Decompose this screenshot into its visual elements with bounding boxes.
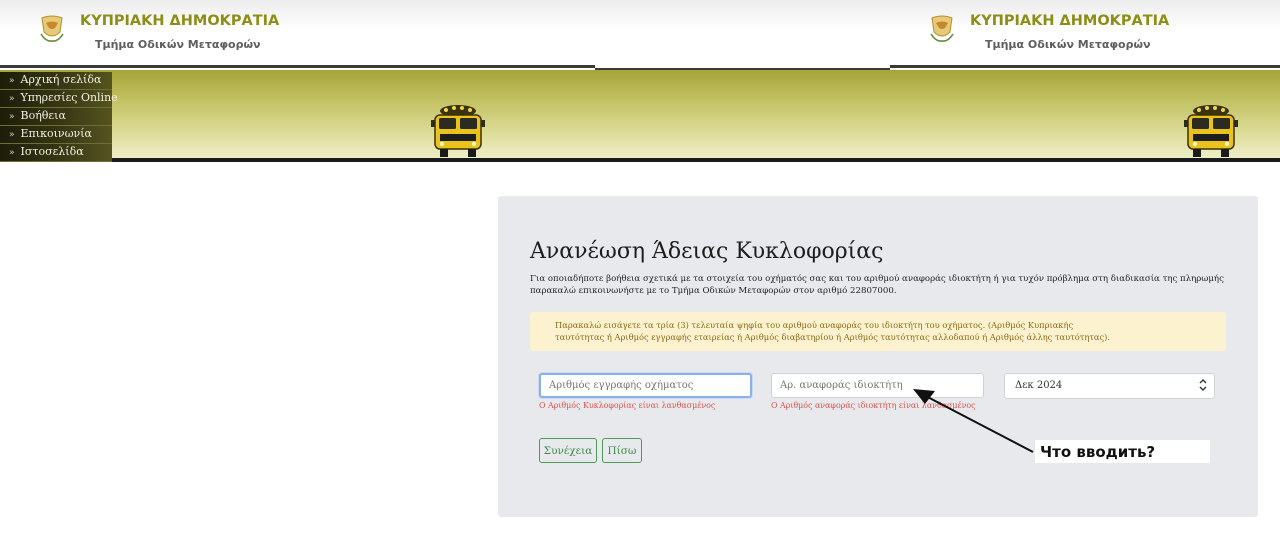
- nav-item-label: Βοήθεια: [20, 109, 66, 122]
- continue-button[interactable]: Συνέχεια: [539, 438, 597, 463]
- school-bus-icon: [431, 105, 485, 157]
- cyprus-emblem-icon: [40, 15, 64, 42]
- nav-item-website[interactable]: » Ιστοσελίδα: [0, 144, 112, 162]
- brand-left: ΚΥΠΡΙΑΚΗ ΔΗΜΟΚΡΑΤΙΑ Τμήμα Οδικών Μεταφορ…: [38, 0, 298, 65]
- double-chevron-icon: »: [9, 112, 15, 122]
- cyprus-emblem-icon: [930, 15, 954, 42]
- banner-divider: [0, 158, 1280, 162]
- nav-item-help[interactable]: » Βοήθεια: [0, 108, 112, 126]
- site-subtitle: Τμήμα Οδικών Μεταφορών: [95, 38, 261, 51]
- nav-item-home[interactable]: » Αρχική σελίδα: [0, 72, 112, 90]
- chevron-updown-icon: [1199, 379, 1207, 391]
- registration-error: Ο Αριθμός Κυκλοφορίας είναι λανθασμένος: [539, 401, 716, 410]
- site-subtitle: Τμήμα Οδικών Μεταφορών: [985, 38, 1151, 51]
- double-chevron-icon: »: [9, 76, 15, 86]
- renewal-form-card: Ανανέωση Άδειας Κυκλοφορίας Για οποιαδήπ…: [498, 196, 1258, 517]
- banner: [0, 70, 1280, 158]
- header-divider: [0, 65, 595, 68]
- info-alert: Παρακαλώ εισάγετε τα τρία (3) τελευταία …: [530, 312, 1226, 351]
- period-select-value: Δεκ 2024: [1015, 380, 1063, 391]
- double-chevron-icon: »: [9, 148, 15, 158]
- site-header: ΚΥΠΡΙΑΚΗ ΔΗΜΟΚΡΑΤΙΑ Τμήμα Οδικών Μεταφορ…: [0, 0, 1280, 67]
- nav-item-label: Επικοινωνία: [20, 127, 92, 140]
- double-chevron-icon: »: [9, 94, 15, 104]
- school-bus-icon: [1184, 105, 1238, 157]
- side-nav: » Αρχική σελίδα » Υπηρεσίες Online » Βοήθει…: [0, 72, 118, 162]
- annotation-label: Что вводить?: [1035, 440, 1210, 463]
- nav-item-label: Αρχική σελίδα: [20, 73, 102, 86]
- owner-reference-input[interactable]: [771, 373, 984, 398]
- annotation-text: Что вводить?: [1040, 443, 1156, 461]
- nav-item-label: Υπηρεσίες Online: [20, 91, 118, 104]
- brand-right: ΚΥΠΡΙΑΚΗ ΔΗΜΟΚΡΑΤΙΑ Τμήμα Οδικών Μεταφορ…: [928, 0, 1188, 65]
- registration-number-input[interactable]: [539, 373, 752, 398]
- page-title: Ανανέωση Άδειας Κυκλοφορίας: [530, 239, 884, 264]
- header-divider: [890, 65, 1280, 68]
- nav-item-label: Ιστοσελίδα: [20, 145, 84, 158]
- site-title: ΚΥΠΡΙΑΚΗ ΔΗΜΟΚΡΑΤΙΑ: [970, 13, 1170, 29]
- alert-text: Παρακαλώ εισάγετε τα τρία (3) τελευταία …: [555, 320, 1111, 342]
- owner-reference-error: Ο Αριθμός αναφοράς ιδιοκτήτη είναι λανθα…: [771, 401, 976, 410]
- back-button[interactable]: Πίσω: [602, 438, 642, 463]
- intro-text: Για οποιαδήποτε βοήθεια σχετικά με τα στ…: [530, 274, 1224, 296]
- period-select[interactable]: Δεκ 2024: [1004, 373, 1215, 399]
- site-title: ΚΥΠΡΙΑΚΗ ΔΗΜΟΚΡΑΤΙΑ: [80, 13, 280, 29]
- nav-item-online-services[interactable]: » Υπηρεσίες Online: [0, 90, 118, 108]
- double-chevron-icon: »: [9, 130, 15, 140]
- nav-item-contact[interactable]: » Επικοινωνία: [0, 126, 112, 144]
